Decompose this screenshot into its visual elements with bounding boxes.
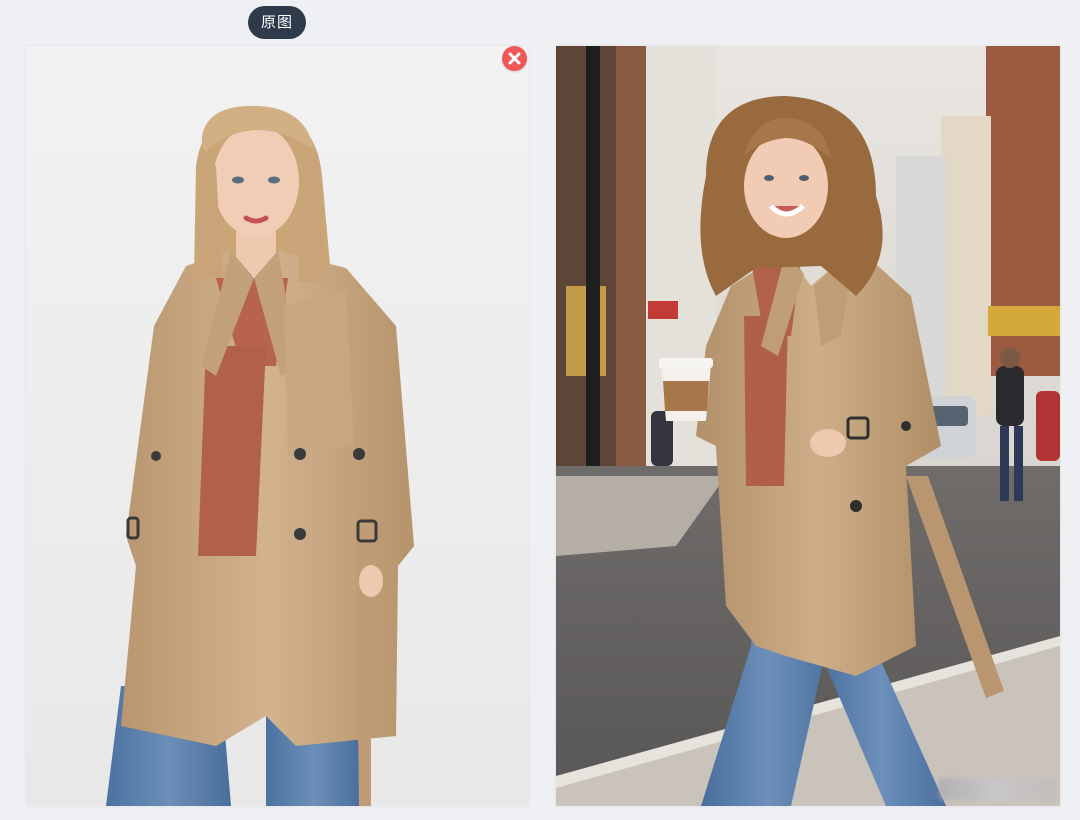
watermark [938, 778, 1056, 800]
original-image-label: 原图 [248, 6, 307, 39]
remove-image-button[interactable] [502, 46, 527, 71]
original-image-panel[interactable] [26, 46, 529, 806]
original-photo-illustration [106, 105, 414, 806]
generated-image-panel[interactable] [556, 46, 1060, 806]
close-icon [508, 52, 521, 65]
generated-photo-illustration [556, 46, 1060, 806]
